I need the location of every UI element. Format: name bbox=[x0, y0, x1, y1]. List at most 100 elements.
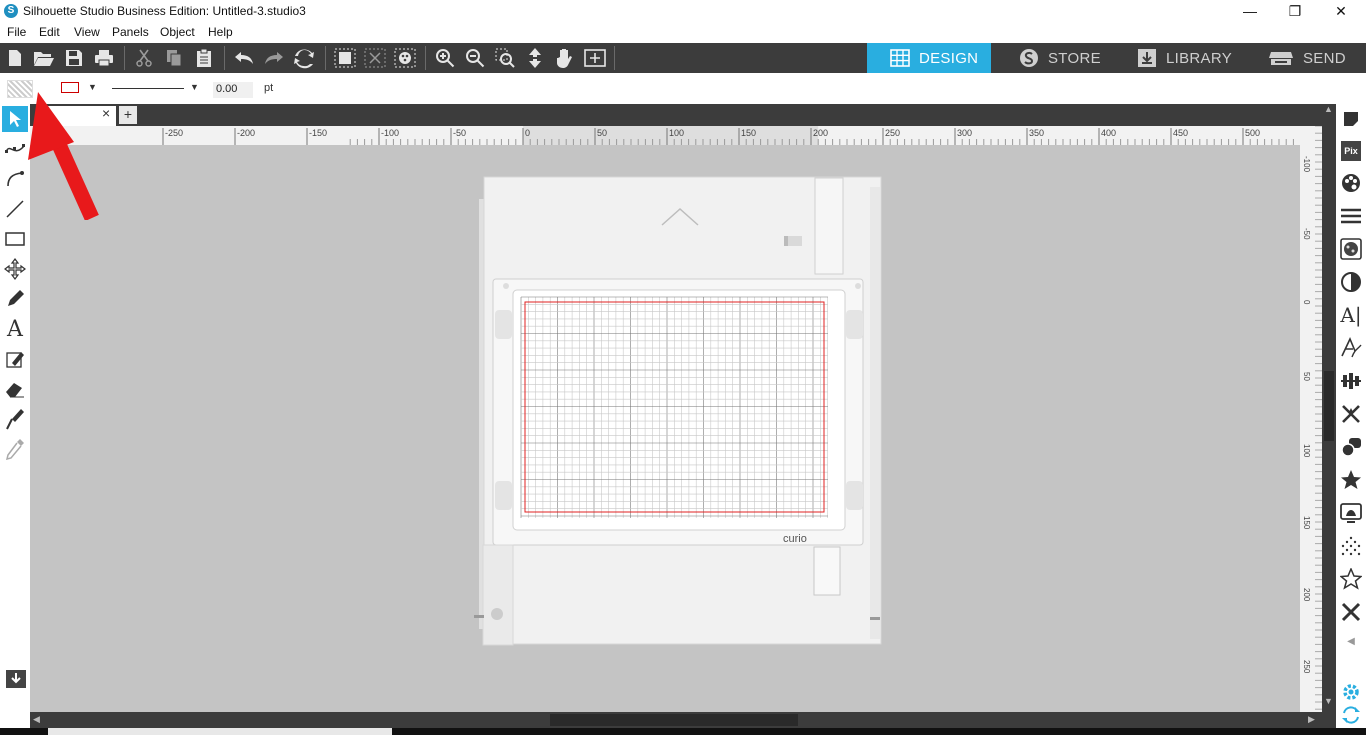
menu-file[interactable]: File bbox=[7, 25, 26, 39]
ruler-tick-label: 200 bbox=[1302, 588, 1311, 602]
fill-pattern-icon[interactable] bbox=[1339, 236, 1363, 262]
minimize-button[interactable]: — bbox=[1227, 0, 1273, 23]
eraser-tool[interactable] bbox=[2, 346, 28, 372]
cut-button[interactable] bbox=[131, 46, 157, 70]
right-panel-icons: Pix A| ◀ bbox=[1336, 104, 1366, 728]
toolbar-separator bbox=[224, 46, 225, 70]
pencil-tool[interactable] bbox=[2, 286, 28, 312]
shading-icon[interactable] bbox=[1339, 269, 1363, 295]
sync-icon[interactable] bbox=[1339, 702, 1363, 728]
deselect-button[interactable] bbox=[362, 46, 388, 70]
select-all-button[interactable] bbox=[332, 46, 358, 70]
horizontal-scrollbar[interactable]: ◀ ▶ bbox=[30, 712, 1322, 728]
tab-library[interactable]: LIBRARY bbox=[1112, 43, 1240, 73]
transform-icon[interactable] bbox=[1339, 401, 1363, 427]
tab-store[interactable]: STORE bbox=[991, 43, 1112, 73]
red-annotation-arrow bbox=[28, 92, 99, 220]
zoom-to-fit-button[interactable] bbox=[522, 46, 548, 70]
eyedropper-icon[interactable] bbox=[2, 436, 28, 462]
main-toolbar: DESIGN STORE LIBRARY SEND bbox=[0, 43, 1366, 73]
puzzle-icon[interactable] bbox=[1339, 599, 1363, 625]
library-download-icon bbox=[1138, 49, 1156, 67]
vertical-scrollbar[interactable]: ▲ ▼ bbox=[1322, 104, 1336, 728]
scroll-up-arrow[interactable]: ▲ bbox=[1324, 104, 1333, 114]
pan-hand-button[interactable] bbox=[552, 46, 578, 70]
ruler-tick-label: -50 bbox=[453, 128, 466, 138]
ruler-tick-label: 400 bbox=[1101, 128, 1116, 138]
select-by-color-button[interactable] bbox=[392, 46, 418, 70]
line-width-input[interactable]: 0.00 bbox=[213, 82, 253, 98]
eraser-icon[interactable] bbox=[2, 376, 28, 402]
redraw-button[interactable] bbox=[291, 46, 317, 70]
ruler-tick-label: -250 bbox=[165, 128, 183, 138]
vertical-ruler: -100 -50 0 50 100 150 200 250 bbox=[1300, 126, 1322, 712]
text-style-icon[interactable]: A| bbox=[1339, 302, 1363, 328]
curio-machine: curio bbox=[474, 176, 882, 646]
print-button[interactable] bbox=[91, 46, 117, 70]
ruler-tick-label: -150 bbox=[309, 128, 327, 138]
knife-tool[interactable] bbox=[2, 406, 28, 432]
line-style-icon[interactable] bbox=[1339, 203, 1363, 229]
ruler-tick-label: 50 bbox=[597, 128, 607, 138]
trace-icon[interactable] bbox=[1339, 500, 1363, 526]
menu-help[interactable]: Help bbox=[208, 25, 233, 39]
zoom-out-button[interactable] bbox=[462, 46, 488, 70]
redo-button[interactable] bbox=[261, 46, 287, 70]
collapse-arrow-icon[interactable]: ◀ bbox=[1339, 628, 1363, 654]
ruler-tick-label: -200 bbox=[237, 128, 255, 138]
tab-send-label: SEND bbox=[1303, 49, 1346, 67]
save-button[interactable] bbox=[61, 46, 87, 70]
shape-move-tool[interactable] bbox=[2, 256, 28, 282]
tab-send[interactable]: SEND bbox=[1240, 43, 1366, 73]
horizontal-ruler: -250 -200 -150 -100 -50 0 50 100 150 200 250 300 350… bbox=[30, 126, 1300, 145]
text-to-path-icon[interactable] bbox=[1339, 335, 1363, 361]
ruler-tick-label: 450 bbox=[1173, 128, 1188, 138]
tab-library-label: LIBRARY bbox=[1166, 49, 1233, 67]
open-button[interactable] bbox=[31, 46, 57, 70]
restore-button[interactable]: ❐ bbox=[1272, 0, 1318, 23]
page-setup-icon[interactable] bbox=[1339, 106, 1363, 132]
add-tab-button[interactable]: + bbox=[119, 106, 137, 124]
scroll-right-arrow[interactable]: ▶ bbox=[1308, 714, 1315, 725]
menu-view[interactable]: View bbox=[74, 25, 100, 39]
toolbar-separator bbox=[425, 46, 426, 70]
menu-panels[interactable]: Panels bbox=[112, 25, 149, 39]
menu-edit[interactable]: Edit bbox=[39, 25, 60, 39]
pixscan-icon[interactable]: Pix bbox=[1339, 138, 1363, 164]
tab-design[interactable]: DESIGN bbox=[867, 43, 991, 73]
rectangle-tool[interactable] bbox=[2, 226, 28, 252]
grid-icon bbox=[890, 49, 910, 67]
horizontal-scroll-thumb[interactable] bbox=[550, 714, 798, 726]
zoom-in-button[interactable] bbox=[432, 46, 458, 70]
scroll-left-arrow[interactable]: ◀ bbox=[33, 714, 40, 725]
ruler-tick-label: 300 bbox=[957, 128, 972, 138]
line-style-dropdown[interactable]: ▼ bbox=[190, 82, 199, 92]
palette-icon[interactable] bbox=[1339, 170, 1363, 196]
menu-object[interactable]: Object bbox=[160, 25, 195, 39]
design-canvas[interactable]: curio bbox=[30, 145, 1300, 712]
copy-button[interactable] bbox=[161, 46, 187, 70]
tab-store-label: STORE bbox=[1048, 49, 1101, 67]
fit-page-button[interactable] bbox=[582, 46, 608, 70]
new-document-button[interactable] bbox=[2, 46, 28, 70]
scroll-down-arrow[interactable]: ▼ bbox=[1324, 696, 1333, 706]
text-tool-icon[interactable]: A bbox=[2, 316, 28, 342]
property-bar: ▼ ▼ 0.00 pt bbox=[0, 73, 1366, 104]
replicate-icon[interactable] bbox=[1339, 434, 1363, 460]
vertical-scroll-thumb[interactable] bbox=[1324, 371, 1334, 441]
ruler-tick-label: 0 bbox=[1302, 300, 1311, 305]
title-bar: S Silhouette Studio Business Edition: Un… bbox=[0, 0, 1366, 23]
line-width-unit: pt bbox=[264, 82, 274, 94]
star-filled-icon[interactable] bbox=[1339, 467, 1363, 493]
paste-button[interactable] bbox=[191, 46, 217, 70]
ruler-tick-label: 50 bbox=[1302, 372, 1311, 381]
window-title: Silhouette Studio Business Edition: Unti… bbox=[23, 4, 306, 18]
silhouette-s-icon bbox=[1020, 49, 1038, 67]
close-button[interactable]: ✕ bbox=[1318, 0, 1364, 23]
align-icon[interactable] bbox=[1339, 368, 1363, 394]
zoom-select-button[interactable] bbox=[492, 46, 518, 70]
line-style-selector[interactable] bbox=[112, 88, 184, 89]
undo-button[interactable] bbox=[231, 46, 257, 70]
star-outline-icon[interactable] bbox=[1339, 566, 1363, 592]
sketch-dots-icon[interactable] bbox=[1339, 533, 1363, 559]
